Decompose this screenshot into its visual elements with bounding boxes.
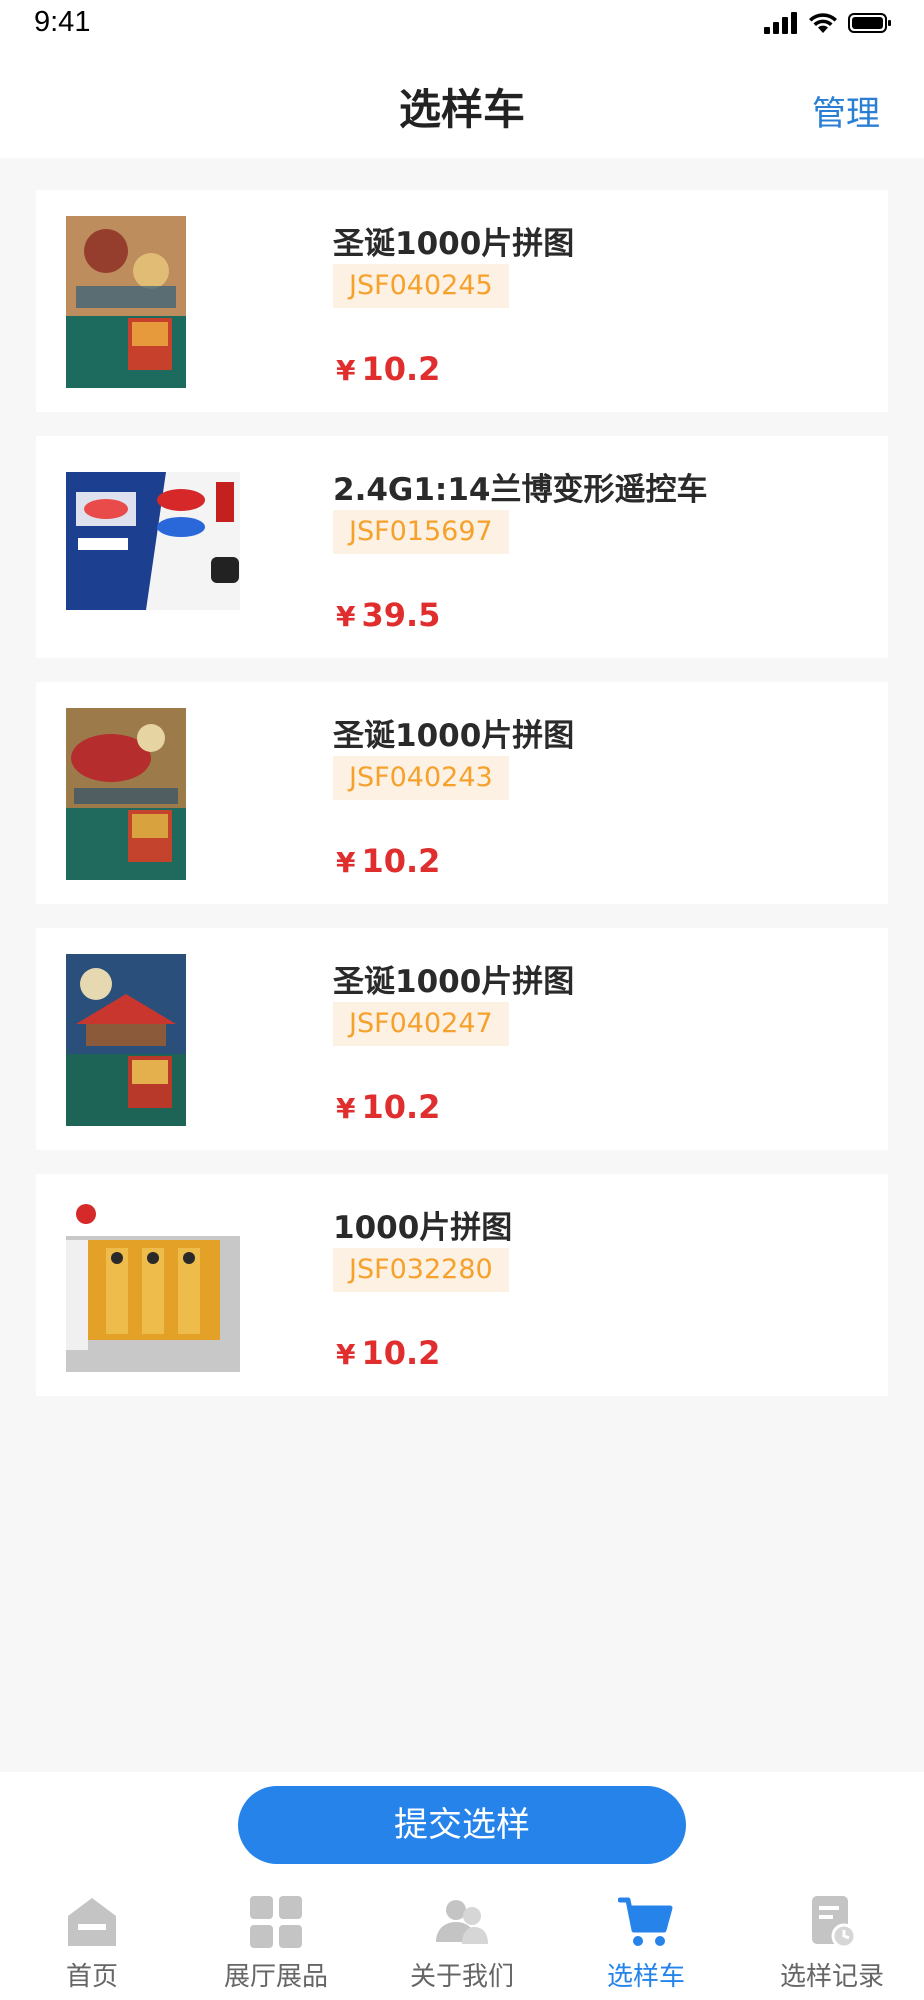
product-title: 圣诞1000片拼图 — [333, 226, 575, 262]
product-image — [66, 708, 240, 880]
home-icon — [68, 1898, 116, 1946]
cart-item[interactable]: 圣诞1000片拼图 JSF040247 ¥10.2 — [36, 928, 888, 1150]
product-title: 1000片拼图 — [333, 1210, 513, 1246]
price-value: 10.2 — [361, 1088, 441, 1126]
cart-item[interactable]: 1000片拼图 JSF032280 ¥10.2 — [36, 1174, 888, 1396]
people-icon — [436, 1900, 488, 1944]
price-value: 39.5 — [361, 596, 441, 634]
price-value: 10.2 — [361, 842, 441, 880]
battery-icon — [848, 13, 891, 33]
product-image — [66, 216, 240, 388]
tab-bar: 首页 展厅展品 关于我们 选样车 选样记录 — [0, 1876, 924, 2000]
price-value: 10.2 — [361, 350, 441, 388]
tab-label: 选样记录 — [779, 1962, 884, 1992]
product-price: ¥10.2 — [336, 350, 440, 388]
signal-icon — [764, 12, 797, 34]
product-image — [66, 462, 240, 634]
product-title: 2.4G1:14兰博变形遥控车 — [333, 472, 708, 508]
product-price: ¥10.2 — [336, 1088, 440, 1126]
status-time: 9:41 — [34, 6, 91, 38]
manage-button[interactable]: 管理 — [812, 86, 880, 135]
currency-symbol: ¥ — [336, 846, 356, 879]
currency-symbol: ¥ — [336, 1338, 356, 1371]
tab-sample-records[interactable]: 选样记录 — [740, 1888, 924, 1998]
product-image — [66, 954, 240, 1126]
product-title: 圣诞1000片拼图 — [333, 718, 575, 754]
grid-icon — [250, 1896, 302, 1948]
tab-label: 首页 — [65, 1962, 118, 1992]
status-icons — [764, 12, 892, 34]
price-value: 10.2 — [361, 1334, 441, 1372]
product-code: JSF040243 — [333, 756, 509, 800]
tab-label: 展厅展品 — [223, 1962, 328, 1992]
cart-list: 圣诞1000片拼图 JSF040245 ¥10.2 2.4G1:14兰博变形遥控… — [36, 190, 888, 1420]
product-price: ¥39.5 — [336, 596, 440, 634]
tab-label: 选样车 — [606, 1962, 685, 1992]
product-price: ¥10.2 — [336, 1334, 440, 1372]
product-code: JSF015697 — [333, 510, 509, 554]
currency-symbol: ¥ — [336, 354, 356, 387]
tab-about-us[interactable]: 关于我们 — [370, 1888, 554, 1998]
status-bar: 9:41 — [0, 0, 924, 50]
tab-showroom[interactable]: 展厅展品 — [184, 1888, 368, 1998]
cart-item[interactable]: 2.4G1:14兰博变形遥控车 JSF015697 ¥39.5 — [36, 436, 888, 658]
product-code: JSF040247 — [333, 1002, 509, 1046]
record-icon — [812, 1896, 857, 1949]
page-title: 选样车 — [398, 85, 525, 134]
cart-item[interactable]: 圣诞1000片拼图 JSF040243 ¥10.2 — [36, 682, 888, 904]
submit-bar: 提交选样 — [0, 1772, 924, 1876]
currency-symbol: ¥ — [336, 600, 356, 633]
currency-symbol: ¥ — [336, 1092, 356, 1125]
tab-label: 关于我们 — [409, 1962, 514, 1992]
product-image — [66, 1200, 240, 1372]
product-code: JSF032280 — [333, 1248, 509, 1292]
cart-item[interactable]: 圣诞1000片拼图 JSF040245 ¥10.2 — [36, 190, 888, 412]
product-price: ¥10.2 — [336, 842, 440, 880]
product-title: 圣诞1000片拼图 — [333, 964, 575, 1000]
wifi-icon — [809, 13, 837, 33]
cart-icon — [618, 1897, 673, 1946]
nav-bar: 选样车 管理 — [0, 50, 924, 158]
product-code: JSF040245 — [333, 264, 509, 308]
submit-selection-button[interactable]: 提交选样 — [238, 1786, 686, 1864]
tab-home[interactable]: 首页 — [0, 1888, 184, 1998]
tab-sample-cart[interactable]: 选样车 — [554, 1888, 738, 1998]
